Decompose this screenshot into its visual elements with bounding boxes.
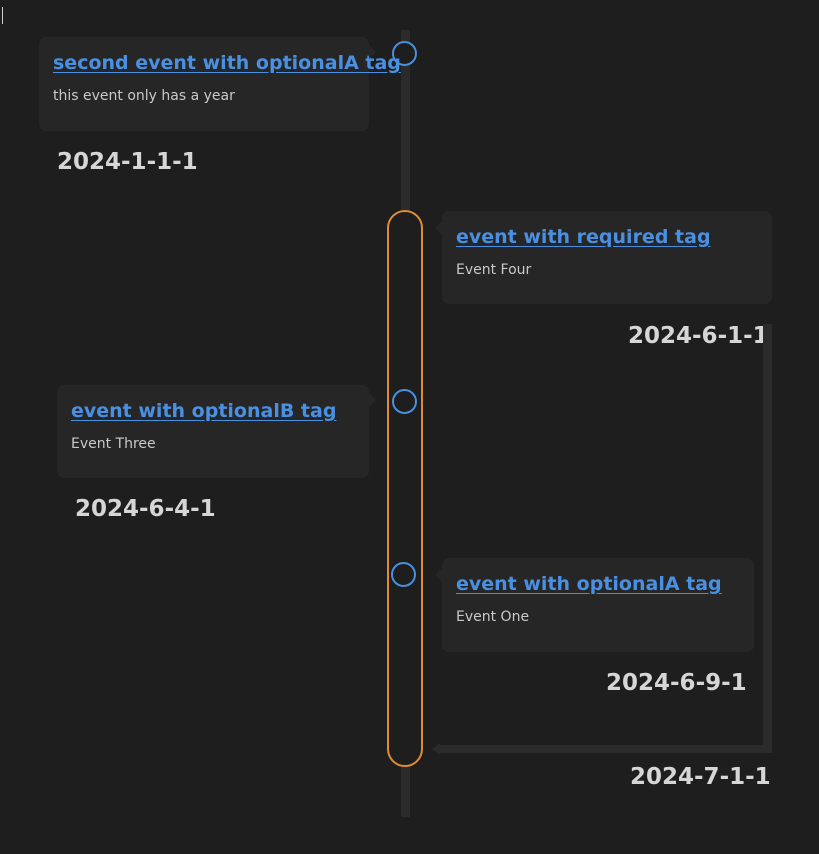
event-date: 2024-6-4-1 <box>75 496 216 522</box>
text-cursor <box>2 7 3 24</box>
event-date: 2024-1-1-1 <box>57 149 198 175</box>
range-indicator <box>387 210 423 767</box>
event-date: 2024-6-1-1 <box>628 323 769 349</box>
event-title-link[interactable]: event with required tag <box>456 226 758 248</box>
span-connector-vertical <box>763 324 772 749</box>
event-description: Event One <box>456 609 530 625</box>
event-description: Event Four <box>456 262 532 278</box>
span-arrow-icon <box>432 743 440 755</box>
span-connector-horizontal <box>440 745 772 753</box>
event-card-4: event with optionalA tag Event One <box>435 558 754 652</box>
event-marker-3 <box>392 389 417 414</box>
event-description: this event only has a year <box>53 88 235 104</box>
event-end-date: 2024-7-1-1 <box>630 764 771 790</box>
event-card-2: event with required tag Event Four <box>435 211 772 304</box>
event-title-link[interactable]: event with optionalB tag <box>71 400 355 422</box>
event-card-3: event with optionalB tag Event Three <box>57 385 376 478</box>
event-title-link[interactable]: event with optionalA tag <box>456 573 740 595</box>
event-title-link[interactable]: second event with optionalA tag <box>53 52 401 74</box>
event-card-1: second event with optionalA tag this eve… <box>39 37 401 131</box>
event-date: 2024-6-9-1 <box>606 670 747 696</box>
event-marker-4 <box>391 562 416 587</box>
event-description: Event Three <box>71 436 156 452</box>
